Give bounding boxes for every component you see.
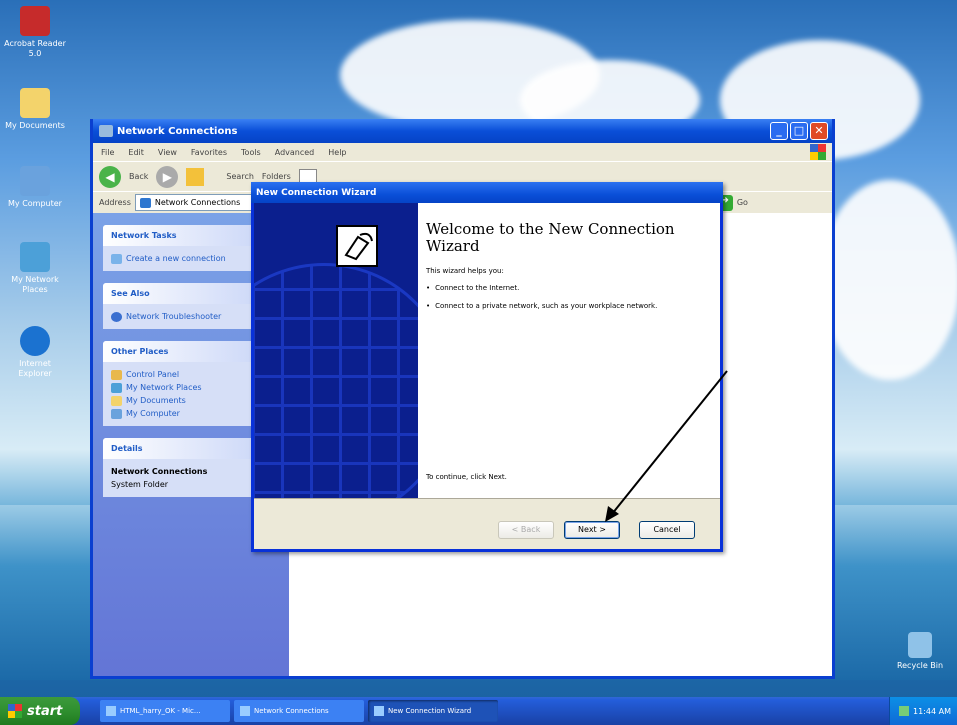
computer-icon [111, 408, 122, 419]
clock[interactable]: 11:44 AM [913, 707, 951, 716]
close-button[interactable]: ✕ [810, 122, 828, 140]
back-arrow-icon[interactable]: ◀ [99, 165, 121, 188]
desktop-icon-my-documents[interactable]: My Documents [2, 88, 68, 131]
desktop-icon-network-places[interactable]: My Network Places [2, 242, 68, 295]
address-label: Address [99, 198, 131, 207]
start-button[interactable]: start [0, 697, 80, 725]
wizard-heading: Welcome to the New Connection Wizard [426, 220, 675, 255]
wizard-bullet: • Connect to the Internet. [426, 284, 520, 292]
menu-file[interactable]: File [101, 148, 114, 157]
network-connections-icon [240, 706, 250, 716]
wizard-separator [254, 498, 720, 499]
folder-icon [111, 395, 122, 406]
back-button[interactable]: < Back [498, 521, 554, 539]
windows-logo-icon [8, 704, 22, 718]
address-value: Network Connections [154, 198, 241, 207]
help-icon [111, 311, 122, 322]
minimize-button[interactable]: _ [770, 122, 788, 140]
network-connections-icon [139, 197, 151, 208]
taskbar-item-word[interactable]: HTML_harry_OK - Mic... [100, 700, 230, 722]
recycle-bin-icon [908, 632, 932, 658]
control-panel-icon [111, 369, 122, 380]
details-name: Network Connections [111, 467, 208, 476]
connection-wizard-icon [336, 225, 378, 267]
desktop-icon-my-computer[interactable]: My Computer [2, 166, 68, 209]
menu-edit[interactable]: Edit [128, 148, 144, 157]
search-button[interactable]: Search [226, 172, 253, 181]
folder-icon [20, 88, 50, 118]
menu-favorites[interactable]: Favorites [191, 148, 227, 157]
wizard-banner [254, 203, 418, 498]
window-titlebar[interactable]: Network Connections _ □ ✕ [93, 119, 832, 143]
create-connection-link[interactable]: Create a new connection [111, 252, 271, 265]
network-icon [111, 382, 122, 393]
desktop-icon-acrobat[interactable]: Acrobat Reader 5.0 [2, 6, 68, 59]
wizard-icon [374, 706, 384, 716]
word-icon [106, 706, 116, 716]
network-troubleshooter-link[interactable]: Network Troubleshooter [111, 310, 271, 323]
menu-help[interactable]: Help [328, 148, 346, 157]
wizard-bullet: • Connect to a private network, such as y… [426, 302, 658, 310]
tray-icon[interactable] [899, 706, 910, 716]
wizard-continue-text: To continue, click Next. [426, 473, 507, 481]
next-button[interactable]: Next > [564, 521, 620, 539]
globe-graphic [254, 263, 418, 498]
my-computer-link[interactable]: My Computer [111, 407, 271, 420]
forward-arrow-icon[interactable]: ▶ [156, 165, 179, 188]
wizard-content: Welcome to the New Connection Wizard Thi… [418, 203, 720, 498]
network-icon [20, 242, 50, 272]
wizard-intro: This wizard helps you: [426, 267, 504, 275]
my-documents-link[interactable]: My Documents [111, 394, 271, 407]
new-connection-wizard-dialog: New Connection Wizard Welcome to the New… [251, 182, 723, 552]
wizard-title: New Connection Wizard [256, 187, 377, 198]
window-title: Network Connections [117, 125, 238, 137]
acrobat-icon [20, 6, 50, 36]
details-type: System Folder [111, 480, 169, 489]
menu-tools[interactable]: Tools [241, 148, 261, 157]
taskbar-item-network-connections[interactable]: Network Connections [234, 700, 364, 722]
up-folder-icon[interactable] [186, 167, 205, 186]
maximize-button[interactable]: □ [790, 122, 808, 140]
back-button-label[interactable]: Back [129, 172, 148, 181]
computer-icon [20, 166, 50, 196]
menu-advanced[interactable]: Advanced [275, 148, 315, 157]
internet-explorer-icon [20, 326, 50, 356]
my-network-places-link[interactable]: My Network Places [111, 381, 271, 394]
desktop-icon-internet-explorer[interactable]: Internet Explorer [2, 326, 68, 379]
folders-button[interactable]: Folders [262, 172, 291, 181]
cancel-button[interactable]: Cancel [639, 521, 695, 539]
windows-logo-icon [810, 144, 826, 160]
menu-bar: File Edit View Favorites Tools Advanced … [93, 143, 832, 161]
desktop-icon-recycle-bin[interactable]: Recycle Bin [887, 632, 953, 671]
taskbar-item-wizard[interactable]: New Connection Wizard [368, 700, 498, 722]
wizard-titlebar[interactable]: New Connection Wizard [251, 182, 723, 203]
taskbar: start HTML_harry_OK - Mic... Network Con… [0, 697, 957, 725]
menu-view[interactable]: View [158, 148, 177, 157]
network-connections-icon [99, 125, 113, 137]
control-panel-link[interactable]: Control Panel [111, 368, 271, 381]
go-button[interactable]: Go [737, 198, 748, 207]
new-connection-icon [111, 253, 122, 264]
system-tray: 11:44 AM [889, 697, 957, 725]
